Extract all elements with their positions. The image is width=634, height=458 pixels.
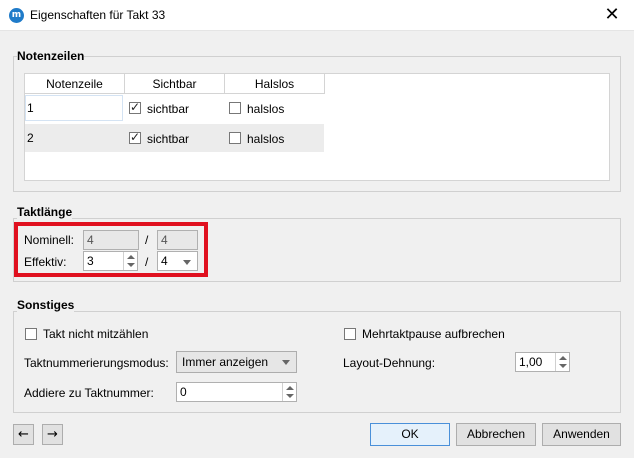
add-to-number-spinbox[interactable]: 0: [176, 382, 297, 402]
stave-number-cell: [25, 95, 123, 121]
numbering-mode-label: Taktnummerierungsmodus:: [24, 356, 169, 370]
layout-stretch-spinbox[interactable]: 1,00: [515, 352, 570, 372]
stave-number: 2: [27, 131, 34, 145]
spin-arrows-icon[interactable]: [555, 353, 569, 371]
table-row[interactable]: 2 sichtbar halslos: [25, 124, 324, 152]
visible-label: sichtbar: [147, 132, 190, 146]
title-bar: m Eigenschaften für Takt 33 ✕: [0, 0, 634, 31]
previous-measure-button[interactable]: ←: [13, 424, 34, 445]
exclude-from-count-checkbox[interactable]: [25, 328, 37, 340]
visible-label: sichtbar: [147, 102, 190, 116]
next-measure-button[interactable]: →: [42, 424, 63, 445]
visible-checkbox[interactable]: [129, 100, 141, 114]
stemless-label: halslos: [247, 102, 285, 116]
staves-group-title: Notenzeilen: [17, 49, 85, 63]
column-header-stave[interactable]: Notenzeile: [25, 74, 125, 94]
layout-stretch-value: 1,00: [519, 355, 543, 369]
column-header-stemless[interactable]: Halslos: [225, 74, 325, 94]
arrow-left-icon: ←: [18, 427, 29, 442]
numbering-mode-value: Immer anzeigen: [182, 355, 269, 369]
add-to-number-label: Addiere zu Taktnummer:: [24, 386, 154, 400]
layout-stretch-label: Layout-Dehnung:: [343, 356, 436, 370]
stemless-checkbox[interactable]: [229, 102, 241, 114]
chevron-down-icon: [282, 360, 290, 365]
highlight-box: [14, 222, 208, 277]
window-title: Eigenschaften für Takt 33: [30, 8, 166, 22]
visible-checkbox[interactable]: [129, 130, 141, 144]
add-to-number-value: 0: [180, 385, 187, 399]
close-button[interactable]: ✕: [600, 4, 624, 26]
other-group-title: Sonstiges: [17, 298, 75, 312]
break-mmrest-checkbox[interactable]: [344, 328, 356, 340]
exclude-from-count-label: Takt nicht mitzählen: [43, 327, 149, 341]
musescore-app-icon: m: [9, 8, 24, 23]
numbering-mode-select[interactable]: Immer anzeigen: [176, 351, 297, 373]
arrow-right-icon: →: [47, 427, 58, 442]
spin-arrows-icon[interactable]: [282, 383, 296, 401]
stemless-checkbox[interactable]: [229, 132, 241, 144]
apply-button[interactable]: Anwenden: [542, 423, 621, 446]
staves-table: Notenzeile Sichtbar Halslos 1 sichtbar h…: [24, 73, 610, 181]
measure-length-title: Taktlänge: [17, 205, 73, 219]
table-row[interactable]: 1 sichtbar halslos: [25, 94, 324, 122]
close-icon: ✕: [604, 4, 620, 25]
stemless-label: halslos: [247, 132, 285, 146]
column-header-visible[interactable]: Sichtbar: [125, 74, 225, 94]
stave-number: 1: [27, 101, 34, 115]
cancel-button[interactable]: Abbrechen: [456, 423, 536, 446]
ok-button[interactable]: OK: [370, 423, 450, 446]
break-mmrest-label: Mehrtaktpause aufbrechen: [362, 327, 505, 341]
